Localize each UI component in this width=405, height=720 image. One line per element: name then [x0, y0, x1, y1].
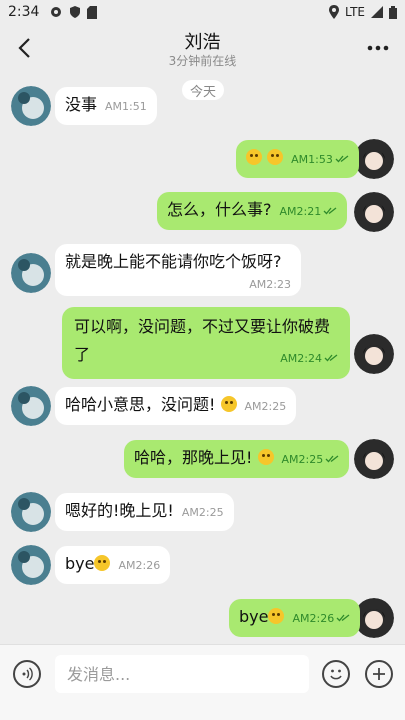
chat-header: 刘浩 3分钟前在线	[0, 24, 405, 72]
more-options-button[interactable]	[363, 34, 393, 62]
message-bubble-incoming[interactable]: 就是晚上能不能请你吃个饭呀? AM2:23	[55, 244, 301, 296]
message-input[interactable]	[55, 655, 309, 693]
grimacing-face-emoji	[220, 396, 237, 412]
more-dots-icon	[367, 45, 389, 51]
grinning-sweat-face-emoji	[257, 449, 274, 465]
winking-kiss-face-emoji	[94, 555, 111, 571]
location-icon	[329, 5, 340, 19]
my-avatar[interactable]	[354, 439, 394, 479]
my-avatar[interactable]	[354, 139, 394, 179]
contact-avatar[interactable]	[11, 253, 51, 293]
message-time: AM2:21	[279, 205, 322, 218]
plus-icon	[373, 668, 385, 680]
smiling-face-emoji	[268, 608, 285, 624]
settings-gear-icon	[51, 7, 62, 17]
sound-wave-icon	[22, 667, 33, 681]
message-bubble-outgoing[interactable]: bye AM2:26	[229, 599, 361, 637]
contact-avatar[interactable]	[11, 386, 51, 426]
my-avatar[interactable]	[354, 192, 394, 232]
read-receipt-icon	[323, 206, 337, 214]
message-bubble-incoming[interactable]: 哈哈小意思，没问题! AM2:25	[55, 387, 297, 425]
message-time: AM2:24	[280, 352, 322, 365]
message-composer	[0, 644, 405, 720]
status-time: 2:34	[8, 4, 40, 20]
grinning-squint-face-emoji	[246, 149, 262, 165]
network-type-label: LTE	[345, 5, 365, 19]
voice-input-button[interactable]	[13, 660, 41, 688]
signal-icon	[371, 6, 383, 18]
message-bubble-incoming[interactable]: 嗯好的!晚上见! AM2:25	[55, 493, 234, 531]
contact-avatar[interactable]	[11, 86, 51, 126]
shield-icon	[70, 6, 81, 18]
emoji-button[interactable]	[322, 660, 350, 688]
read-receipt-icon	[325, 454, 339, 462]
message-bubble-incoming[interactable]: bye AM2:26	[55, 546, 171, 584]
message-bubble-outgoing[interactable]: 哈哈，那晚上见! AM2:25	[124, 440, 350, 478]
message-bubble-outgoing[interactable]: AM1:53	[236, 140, 359, 178]
message-time: AM2:26	[292, 612, 335, 625]
contact-avatar[interactable]	[11, 545, 51, 585]
message-time: AM1:51	[105, 100, 147, 113]
my-avatar[interactable]	[354, 334, 394, 374]
smiley-icon	[330, 669, 342, 680]
last-seen-status: 3分钟前在线	[168, 54, 237, 68]
grimacing-face-emoji	[267, 149, 284, 165]
contact-avatar[interactable]	[11, 492, 51, 532]
message-time: AM2:26	[118, 559, 161, 572]
message-time: AM2:23	[249, 278, 291, 291]
message-time: AM2:25	[181, 506, 224, 519]
add-attachment-button[interactable]	[365, 660, 393, 688]
message-bubble-outgoing[interactable]: 怎么，什么事? AM2:21	[157, 192, 348, 230]
read-receipt-icon	[335, 154, 349, 162]
message-list[interactable]: 今天 没事 AM1:51 AM1:53 怎么，什么事? AM2:21 就是晚上能不能…	[0, 72, 405, 644]
message-time: AM2:25	[244, 400, 287, 413]
message-time: AM2:25	[281, 453, 324, 466]
read-receipt-icon	[324, 353, 338, 361]
message-bubble-incoming[interactable]: 没事 AM1:51	[55, 87, 157, 125]
status-bar: 2:34 LTE	[0, 0, 405, 24]
day-separator: 今天	[182, 80, 224, 100]
sd-card-icon	[87, 5, 98, 19]
contact-name: 刘浩	[184, 32, 221, 53]
battery-icon	[389, 5, 397, 19]
message-bubble-outgoing[interactable]: 可以啊，没问题，不过又要让你破费了 AM2:24	[62, 307, 350, 379]
read-receipt-icon	[336, 613, 350, 621]
message-time: AM1:53	[291, 153, 333, 166]
